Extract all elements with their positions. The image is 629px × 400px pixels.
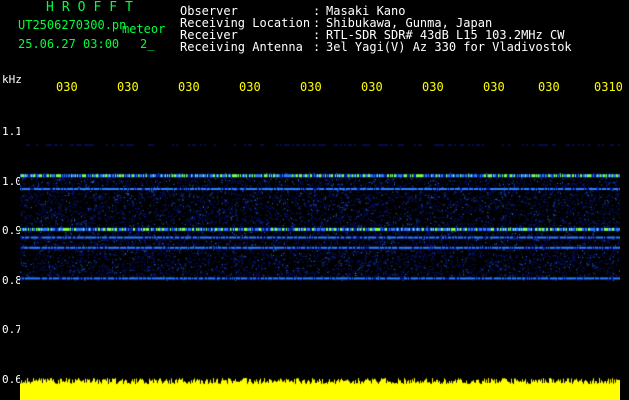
observation-datetime: 25.06.27 03:00	[18, 37, 120, 51]
time-tick-label: 030	[56, 80, 78, 94]
image-filename: UT2506270300.pn	[18, 18, 127, 32]
datetime-suffix: 2_	[140, 37, 155, 51]
time-tick-label: 030	[117, 80, 139, 94]
frequency-tick-label: 1.0	[2, 175, 22, 188]
separator-colon: :	[313, 40, 321, 54]
frequency-tick-label: 1.1	[2, 125, 22, 138]
frequency-unit-label: kHz	[2, 73, 22, 86]
app-brand: HROFFT	[46, 0, 141, 15]
time-tick-label: 030	[178, 80, 200, 94]
time-tick-label: 030	[422, 80, 444, 94]
time-tick-label: 030	[300, 80, 322, 94]
time-tick-label: 030	[483, 80, 505, 94]
image-type-label: meteor	[122, 22, 166, 36]
spectrogram-plot	[20, 96, 620, 372]
signal-level-strip	[20, 372, 620, 400]
time-tick-label: 030	[239, 80, 261, 94]
frequency-tick-label: 0.9	[2, 224, 22, 237]
frequency-tick-label: 0.7	[2, 323, 22, 336]
time-tick-label: 030	[361, 80, 383, 94]
time-tick-label: 030	[538, 80, 560, 94]
antenna-value: 3el Yagi(V) Az 330 for Vladivostok	[326, 40, 572, 54]
time-tick-label: 0310	[594, 80, 623, 94]
frequency-tick-label: 0.6	[2, 373, 22, 386]
antenna-label: Receiving Antenna	[180, 40, 303, 54]
frequency-tick-label: 0.8	[2, 274, 22, 287]
